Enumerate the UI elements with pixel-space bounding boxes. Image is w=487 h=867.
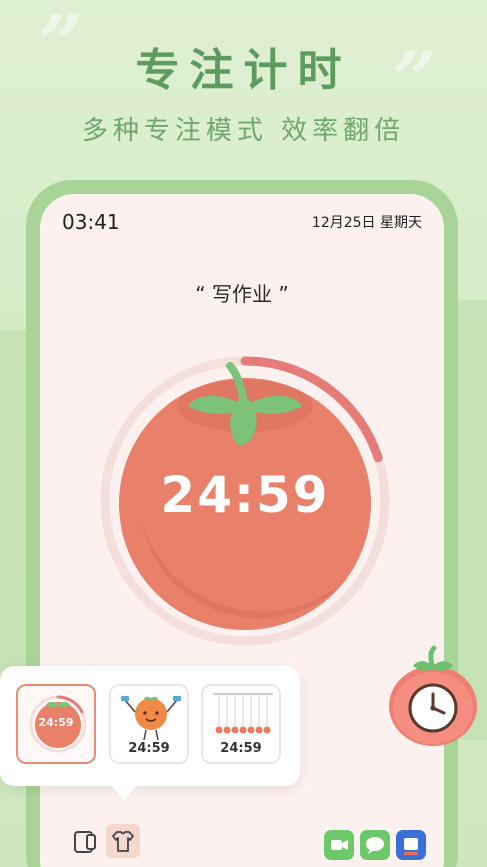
banner-title: 专注计时: [135, 45, 352, 96]
mode-picker-popup: 24:59 24:59 24:59: [0, 666, 300, 786]
tomato-character-icon: [121, 696, 181, 741]
app-icon[interactable]: [396, 830, 426, 860]
status-time: 03:41: [62, 210, 120, 234]
banner-subtitle: 多种专注模式 效率翻倍: [81, 116, 406, 146]
mode-option-newtons-cradle[interactable]: 24:59: [201, 684, 281, 764]
timer-display: 24:59: [160, 466, 330, 524]
task-title[interactable]: “ 写作业 ”: [40, 278, 444, 307]
mode-option-label: 24:59: [38, 716, 74, 729]
shirt-icon: [112, 831, 134, 852]
mode-option-tomato[interactable]: 24:59: [16, 684, 96, 764]
popup-pointer: [110, 784, 138, 800]
status-date: 12月25日 星期天: [311, 215, 422, 231]
messages-icon[interactable]: [360, 830, 390, 860]
facetime-icon[interactable]: [324, 830, 354, 860]
layout-icon: [74, 831, 96, 853]
tomato-clock-icon[interactable]: [386, 644, 480, 748]
mode-option-character[interactable]: 24:59: [109, 684, 189, 764]
theme-button[interactable]: [106, 824, 140, 858]
layout-button[interactable]: [70, 826, 100, 856]
mode-option-label: 24:59: [220, 741, 262, 756]
newtons-cradle-icon: [213, 693, 273, 734]
mode-option-label: 24:59: [128, 741, 170, 756]
